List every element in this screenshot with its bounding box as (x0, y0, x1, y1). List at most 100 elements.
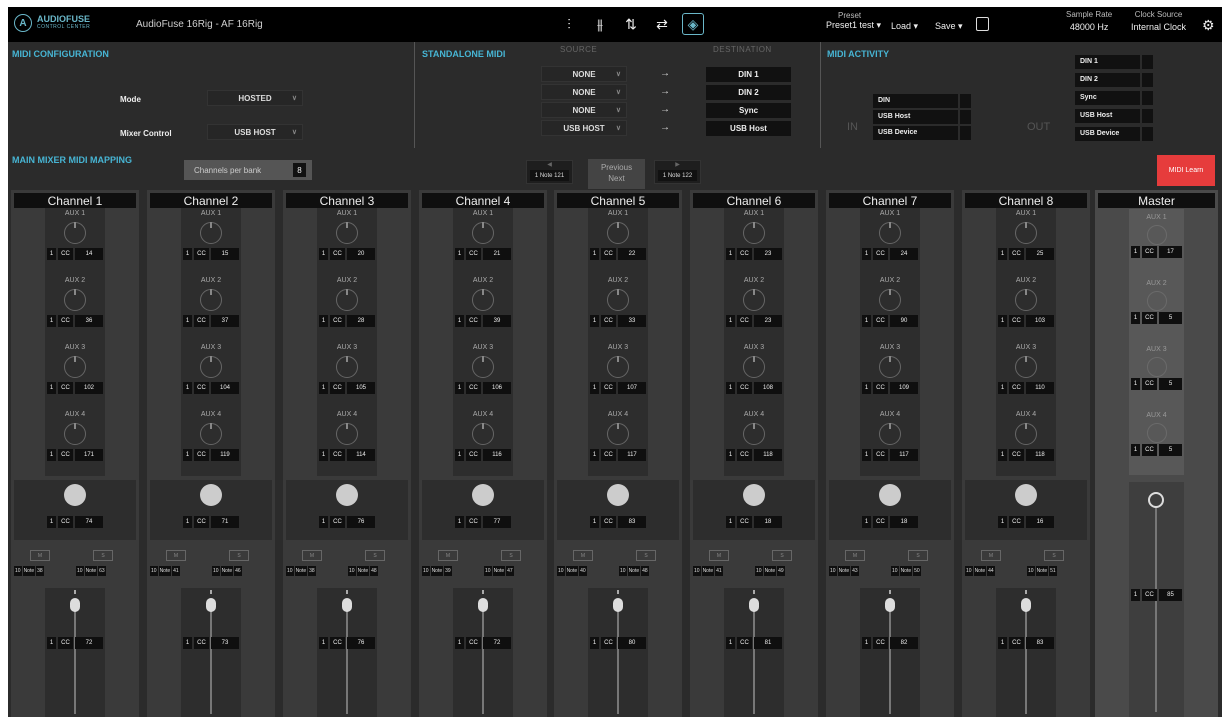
solo-button[interactable]: S (908, 550, 928, 561)
aux-cc[interactable]: 1 CC 5 (1131, 444, 1182, 456)
aux-knob-icon[interactable] (1015, 289, 1037, 311)
fader-handle[interactable] (206, 598, 216, 612)
aux-knob-icon[interactable] (336, 222, 358, 244)
aux-knob-icon[interactable] (1015, 222, 1037, 244)
aux-knob-icon[interactable] (472, 356, 494, 378)
midi-icon[interactable]: ◈ (682, 13, 704, 35)
save-dropdown[interactable]: Save ▾ (935, 21, 963, 32)
pan-cc[interactable]: 1 CC 74 (47, 516, 103, 528)
fader-handle[interactable] (1021, 598, 1031, 612)
aux-cc[interactable]: 1 CC 117 (590, 449, 646, 461)
aux-cc[interactable]: 1 CC 109 (862, 382, 918, 394)
solo-note[interactable]: 10 Note 46 (212, 566, 242, 576)
mute-button[interactable]: M (166, 550, 186, 561)
prev-next-button[interactable]: Previous Next (588, 159, 645, 189)
fader-handle[interactable] (342, 598, 352, 612)
aux-cc[interactable]: 1 CC 15 (183, 248, 239, 260)
solo-note[interactable]: 10 Note 48 (619, 566, 649, 576)
aux-knob-icon[interactable] (64, 222, 86, 244)
pan-cc[interactable]: 1 CC 71 (183, 516, 239, 528)
aux-knob-icon[interactable] (472, 423, 494, 445)
aux-cc[interactable]: 1 CC 105 (319, 382, 375, 394)
mode-select[interactable]: HOSTED ∨ (207, 90, 303, 106)
fader-cc[interactable]: 1 CC 81 (726, 637, 782, 649)
aux-cc[interactable]: 1 CC 104 (183, 382, 239, 394)
pan-knob-icon[interactable] (1015, 484, 1037, 506)
aux-cc[interactable]: 1 CC 14 (47, 248, 103, 260)
pan-knob-icon[interactable] (200, 484, 222, 506)
patch-icon[interactable]: ⇄ (651, 13, 673, 35)
mute-note[interactable]: 10 Note 38 (14, 566, 44, 576)
save-icon[interactable] (976, 17, 989, 31)
aux-cc[interactable]: 1 CC 102 (47, 382, 103, 394)
aux-cc[interactable]: 1 CC 118 (998, 449, 1054, 461)
fader-handle[interactable] (749, 598, 759, 612)
prev-mapping[interactable]: ◀ 1 Note 121 (526, 160, 573, 184)
solo-button[interactable]: S (772, 550, 792, 561)
mixer-icon[interactable]: ⫶ (558, 13, 580, 35)
aux-knob-icon[interactable] (879, 222, 901, 244)
mute-note[interactable]: 10 Note 41 (150, 566, 180, 576)
load-dropdown[interactable]: Load ▾ (891, 21, 918, 32)
aux-knob-icon[interactable] (64, 289, 86, 311)
aux-cc[interactable]: 1 CC 21 (455, 248, 511, 260)
solo-note[interactable]: 10 Note 49 (755, 566, 785, 576)
aux-knob-icon[interactable] (879, 356, 901, 378)
aux-cc[interactable]: 1 CC 36 (47, 315, 103, 327)
aux-cc[interactable]: 1 CC 110 (998, 382, 1054, 394)
aux-cc[interactable]: 1 CC 108 (726, 382, 782, 394)
channels-per-bank-input[interactable]: 8 (293, 163, 306, 177)
aux-knob-icon[interactable] (64, 423, 86, 445)
aux-knob-icon[interactable] (743, 289, 765, 311)
fader-cc[interactable]: 1 CC 72 (455, 637, 511, 649)
source-select-4[interactable]: USB HOST ∨ (541, 120, 627, 136)
source-select-3[interactable]: NONE ∨ (541, 102, 627, 118)
aux-knob-icon[interactable] (879, 423, 901, 445)
aux-cc[interactable]: 1 CC 114 (319, 449, 375, 461)
aux-knob-icon[interactable] (743, 222, 765, 244)
aux-cc[interactable]: 1 CC 24 (862, 248, 918, 260)
pan-cc[interactable]: 1 CC 76 (319, 516, 375, 528)
aux-knob-icon[interactable] (336, 423, 358, 445)
aux-cc[interactable]: 1 CC 22 (590, 248, 646, 260)
aux-knob-icon[interactable] (336, 356, 358, 378)
source-select-2[interactable]: NONE ∨ (541, 84, 627, 100)
aux-knob-icon[interactable] (200, 222, 222, 244)
pan-knob-icon[interactable] (472, 484, 494, 506)
aux-cc[interactable]: 1 CC 117 (862, 449, 918, 461)
mute-button[interactable]: M (573, 550, 593, 561)
mute-button[interactable]: M (30, 550, 50, 561)
aux-cc[interactable]: 1 CC 33 (590, 315, 646, 327)
solo-button[interactable]: S (229, 550, 249, 561)
solo-button[interactable]: S (501, 550, 521, 561)
solo-button[interactable]: S (365, 550, 385, 561)
aux-cc[interactable]: 1 CC 28 (319, 315, 375, 327)
aux-cc[interactable]: 1 CC 5 (1131, 312, 1182, 324)
pan-cc[interactable]: 1 CC 83 (590, 516, 646, 528)
pan-cc[interactable]: 1 CC 18 (862, 516, 918, 528)
solo-button[interactable]: S (93, 550, 113, 561)
mute-note[interactable]: 10 Note 41 (693, 566, 723, 576)
solo-note[interactable]: 10 Note 50 (891, 566, 921, 576)
next-mapping[interactable]: ▶ 1 Note 122 (654, 160, 701, 184)
pan-knob-icon[interactable] (743, 484, 765, 506)
aux-knob-icon[interactable] (607, 356, 629, 378)
aux-cc[interactable]: 1 CC 107 (590, 382, 646, 394)
aux-knob-icon[interactable] (1147, 225, 1167, 245)
aux-knob-icon[interactable] (1015, 356, 1037, 378)
aux-knob-icon[interactable] (200, 356, 222, 378)
midi-learn-button[interactable]: MIDI Learn (1157, 155, 1215, 186)
aux-knob-icon[interactable] (200, 423, 222, 445)
faders-icon[interactable]: ⫵ (589, 13, 611, 35)
aux-cc[interactable]: 1 CC 90 (862, 315, 918, 327)
master-fader-cc[interactable]: 1 CC 85 (1131, 589, 1182, 601)
aux-cc[interactable]: 1 CC 39 (455, 315, 511, 327)
mute-note[interactable]: 10 Note 38 (286, 566, 316, 576)
pan-knob-icon[interactable] (879, 484, 901, 506)
aux-knob-icon[interactable] (200, 289, 222, 311)
aux-cc[interactable]: 1 CC 106 (455, 382, 511, 394)
mute-note[interactable]: 10 Note 44 (965, 566, 995, 576)
aux-cc[interactable]: 1 CC 103 (998, 315, 1054, 327)
routing-icon[interactable]: ⇅ (620, 13, 642, 35)
fader-cc[interactable]: 1 CC 73 (183, 637, 239, 649)
